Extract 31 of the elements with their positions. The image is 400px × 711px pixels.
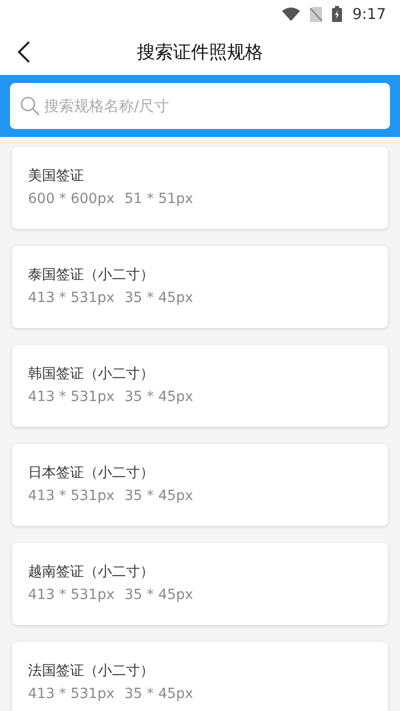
page-title: 搜索证件照规格 [137, 42, 263, 62]
no-sim-icon [310, 6, 322, 22]
spec-name: 美国签证 [28, 167, 84, 185]
spec-card[interactable]: 法国签证（小二寸） 413 * 531px 35 * 45px [12, 642, 388, 711]
pixel-size: 413 * 531px [28, 587, 115, 603]
spec-name: 日本签证（小二寸） [28, 464, 154, 482]
spec-card[interactable]: 美国签证 600 * 600px 51 * 51px [12, 147, 388, 229]
pixel-size: 413 * 531px [28, 290, 115, 306]
print-size: 35 * 45px [124, 488, 194, 504]
print-size: 35 * 45px [124, 389, 194, 405]
spec-card[interactable]: 越南签证（小二寸） 413 * 531px 35 * 45px [12, 543, 388, 625]
spec-name: 泰国签证（小二寸） [28, 266, 154, 284]
print-size: 35 * 45px [124, 686, 194, 702]
pixel-size: 600 * 600px [28, 191, 115, 207]
battery-icon [332, 6, 342, 22]
spec-card[interactable]: 韩国签证（小二寸） 413 * 531px 35 * 45px [12, 345, 388, 427]
chevron-left-icon [17, 40, 31, 62]
print-size: 35 * 45px [124, 290, 194, 306]
search-field[interactable]: 搜索规格名称/尺寸 [10, 83, 390, 129]
print-size: 51 * 51px [124, 191, 194, 207]
print-size: 35 * 45px [124, 587, 194, 603]
pixel-size: 413 * 531px [28, 488, 115, 504]
spec-name: 法国签证（小二寸） [28, 662, 154, 680]
clock-time: 9:17 [352, 5, 386, 23]
spec-card[interactable]: 日本签证（小二寸） 413 * 531px 35 * 45px [12, 444, 388, 526]
pixel-size: 413 * 531px [28, 686, 115, 702]
pixel-size: 413 * 531px [28, 389, 115, 405]
spec-name: 韩国签证（小二寸） [28, 365, 154, 383]
spec-card[interactable]: 泰国签证（小二寸） 413 * 531px 35 * 45px [12, 246, 388, 328]
spec-name: 越南签证（小二寸） [28, 563, 154, 581]
wifi-icon [282, 7, 300, 21]
